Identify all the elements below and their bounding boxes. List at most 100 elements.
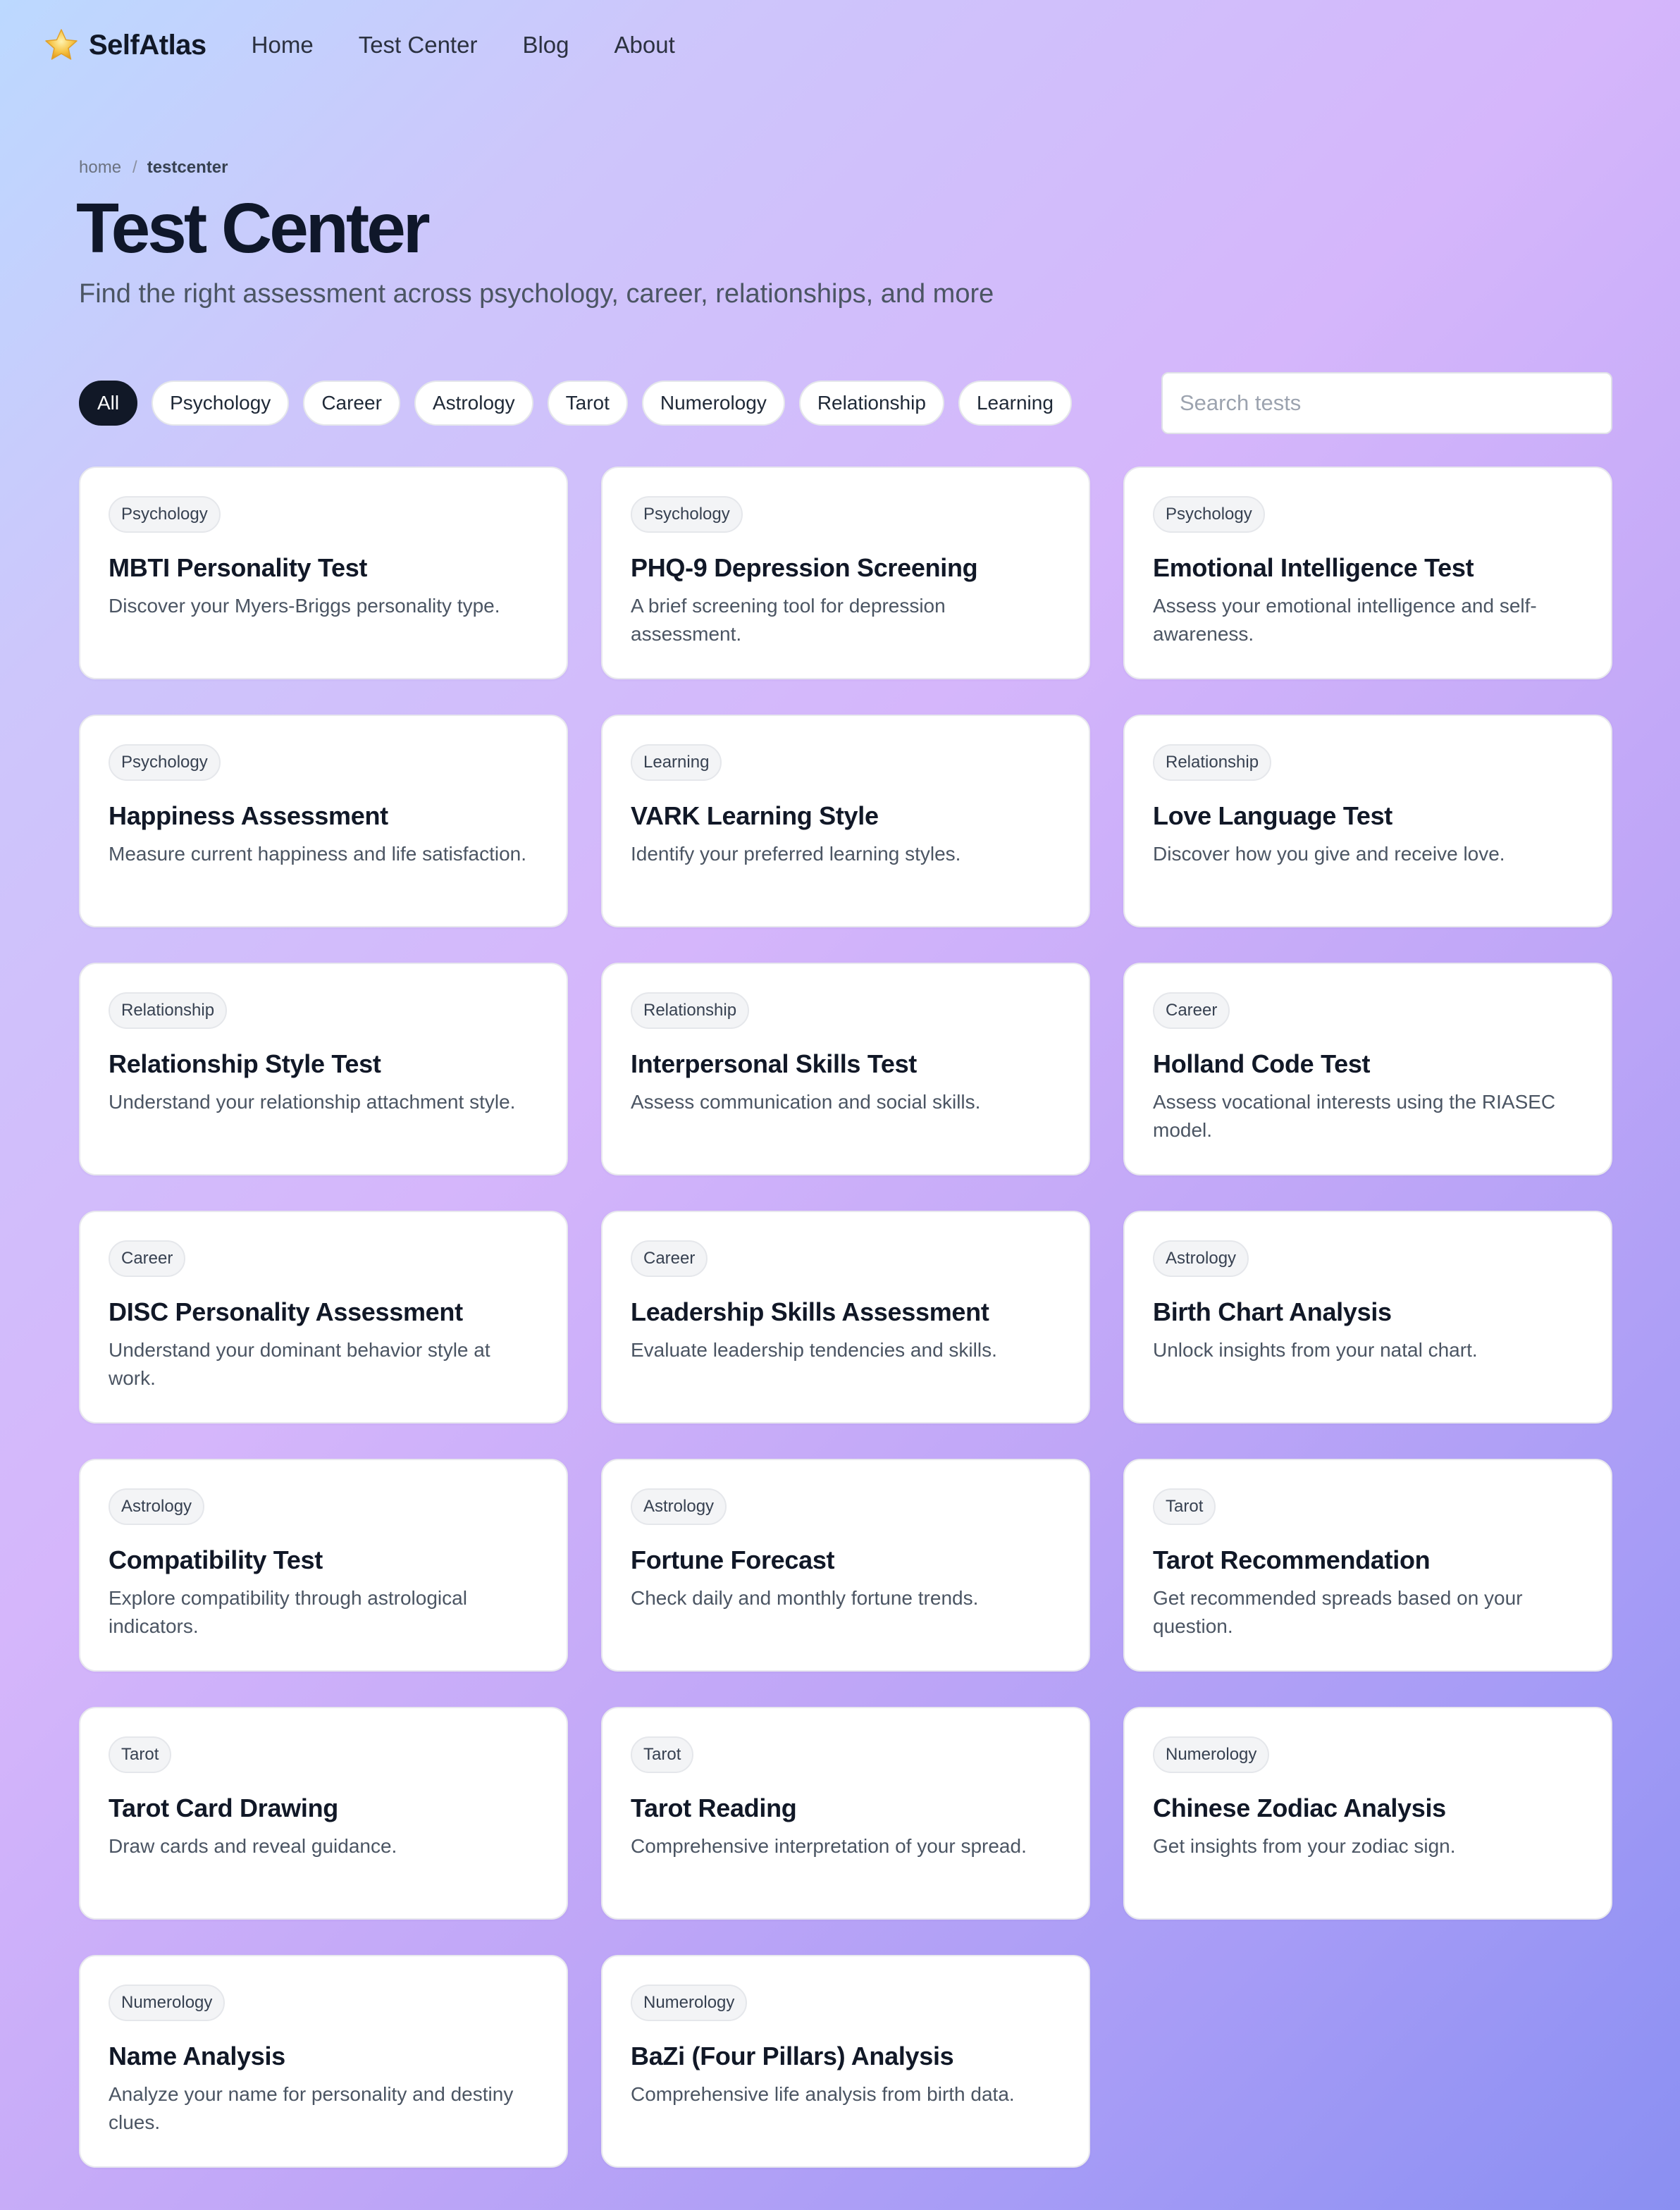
test-title: Love Language Test	[1153, 801, 1392, 830]
test-card[interactable]: Relationship Interpersonal Skills Test A…	[601, 963, 1090, 1175]
test-description: Comprehensive life analysis from birth d…	[631, 2083, 1015, 2105]
test-card[interactable]: Tarot Tarot Reading Comprehensive interp…	[601, 1707, 1090, 1920]
test-card[interactable]: Psychology MBTI Personality Test Discove…	[79, 467, 568, 679]
test-card[interactable]: Relationship Relationship Style Test Und…	[79, 963, 568, 1175]
test-title: BaZi (Four Pillars) Analysis	[631, 2042, 954, 2070]
category-filter-bar: All Psychology Career Astrology Tarot Nu…	[79, 381, 1086, 426]
star-icon	[44, 27, 79, 63]
breadcrumb-separator: /	[132, 158, 137, 177]
category-tag: Tarot	[1153, 1488, 1216, 1525]
filter-chip-relationship[interactable]: Relationship	[798, 381, 944, 426]
test-description: Understand your relationship attachment …	[109, 1091, 516, 1113]
test-title: VARK Learning Style	[631, 801, 879, 830]
category-tag: Relationship	[631, 992, 750, 1029]
brand-logo-link[interactable]: SelfAtlas	[44, 27, 206, 63]
breadcrumb-home-link[interactable]: home	[79, 158, 121, 178]
test-card[interactable]: Career Holland Code Test Assess vocation…	[1123, 963, 1612, 1175]
category-tag: Psychology	[631, 496, 743, 533]
category-tag: Psychology	[1153, 496, 1265, 533]
page-subtitle: Find the right assessment across psychol…	[79, 279, 994, 309]
test-description: Assess your emotional intelligence and s…	[1153, 595, 1537, 645]
test-card[interactable]: Numerology BaZi (Four Pillars) Analysis …	[601, 1955, 1090, 2168]
test-title: Relationship Style Test	[109, 1049, 381, 1078]
test-description: Discover your Myers-Briggs personality t…	[109, 595, 500, 617]
test-title: Interpersonal Skills Test	[631, 1049, 917, 1078]
test-title: MBTI Personality Test	[109, 553, 368, 582]
test-card[interactable]: Relationship Love Language Test Discover…	[1123, 715, 1612, 927]
category-tag: Tarot	[109, 1736, 172, 1773]
test-description: Unlock insights from your natal chart.	[1153, 1339, 1478, 1361]
test-description: Comprehensive interpretation of your spr…	[631, 1835, 1027, 1857]
test-card[interactable]: Tarot Tarot Card Drawing Draw cards and …	[79, 1707, 568, 1920]
test-card-grid: Psychology MBTI Personality Test Discove…	[79, 467, 1612, 2168]
test-card[interactable]: Astrology Fortune Forecast Check daily a…	[601, 1459, 1090, 1672]
test-title: Fortune Forecast	[631, 1545, 835, 1574]
test-description: Explore compatibility through astrologic…	[109, 1587, 467, 1637]
brand-name: SelfAtlas	[89, 29, 206, 61]
test-description: Get recommended spreads based on your qu…	[1153, 1587, 1523, 1637]
test-title: Compatibility Test	[109, 1545, 323, 1574]
category-tag: Numerology	[1153, 1736, 1270, 1773]
filter-chip-learning[interactable]: Learning	[958, 381, 1072, 426]
test-card[interactable]: Tarot Tarot Recommendation Get recommend…	[1123, 1459, 1612, 1672]
test-description: Draw cards and reveal guidance.	[109, 1835, 397, 1857]
filter-chip-psychology[interactable]: Psychology	[152, 381, 290, 426]
test-card[interactable]: Psychology Emotional Intelligence Test A…	[1123, 467, 1612, 679]
category-tag: Career	[109, 1240, 186, 1277]
category-tag: Psychology	[109, 496, 221, 533]
category-tag: Career	[1153, 992, 1230, 1029]
test-title: PHQ-9 Depression Screening	[631, 553, 978, 582]
nav-link-home[interactable]: Home	[252, 32, 314, 58]
category-tag: Astrology	[631, 1488, 727, 1525]
search-input[interactable]	[1161, 372, 1612, 434]
test-title: Emotional Intelligence Test	[1153, 553, 1474, 582]
category-tag: Astrology	[1153, 1240, 1249, 1277]
test-description: Check daily and monthly fortune trends.	[631, 1587, 979, 1609]
category-tag: Relationship	[109, 992, 228, 1029]
page-title: Test Center	[76, 189, 431, 268]
filter-chip-astrology[interactable]: Astrology	[414, 381, 533, 426]
filter-chip-career[interactable]: Career	[303, 381, 400, 426]
test-card[interactable]: Astrology Compatibility Test Explore com…	[79, 1459, 568, 1672]
test-title: Name Analysis	[109, 2042, 285, 2070]
test-title: Tarot Reading	[631, 1794, 797, 1822]
category-tag: Learning	[631, 744, 722, 781]
test-title: Tarot Recommendation	[1153, 1545, 1431, 1574]
top-nav: SelfAtlas Home Test Center Blog About	[0, 0, 1680, 90]
category-tag: Tarot	[631, 1736, 694, 1773]
test-card[interactable]: Numerology Name Analysis Analyze your na…	[79, 1955, 568, 2168]
breadcrumb-current: testcenter	[147, 158, 228, 177]
test-description: Discover how you give and receive love.	[1153, 843, 1505, 865]
nav-link-about[interactable]: About	[614, 32, 675, 58]
test-title: Birth Chart Analysis	[1153, 1297, 1392, 1326]
category-tag: Relationship	[1153, 744, 1272, 781]
category-tag: Numerology	[631, 1984, 748, 2021]
nav-link-blog[interactable]: Blog	[522, 32, 569, 58]
test-description: Evaluate leadership tendencies and skill…	[631, 1339, 997, 1361]
test-card[interactable]: Numerology Chinese Zodiac Analysis Get i…	[1123, 1707, 1612, 1920]
filter-chip-numerology[interactable]: Numerology	[641, 381, 785, 426]
test-card[interactable]: Career Leadership Skills Assessment Eval…	[601, 1211, 1090, 1424]
test-card[interactable]: Learning VARK Learning Style Identify yo…	[601, 715, 1090, 927]
test-title: Happiness Assessment	[109, 801, 388, 830]
test-card[interactable]: Psychology PHQ-9 Depression Screening A …	[601, 467, 1090, 679]
test-title: Tarot Card Drawing	[109, 1794, 338, 1822]
test-description: Get insights from your zodiac sign.	[1153, 1835, 1456, 1857]
test-card[interactable]: Astrology Birth Chart Analysis Unlock in…	[1123, 1211, 1612, 1424]
test-description: Assess vocational interests using the RI…	[1153, 1091, 1556, 1141]
test-description: Measure current happiness and life satis…	[109, 843, 526, 865]
test-card[interactable]: Psychology Happiness Assessment Measure …	[79, 715, 568, 927]
filter-chip-tarot[interactable]: Tarot	[547, 381, 628, 426]
test-card[interactable]: Career DISC Personality Assessment Under…	[79, 1211, 568, 1424]
test-title: Leadership Skills Assessment	[631, 1297, 989, 1326]
breadcrumb: home / testcenter	[79, 158, 228, 178]
test-description: Assess communication and social skills.	[631, 1091, 981, 1113]
test-title: Chinese Zodiac Analysis	[1153, 1794, 1446, 1822]
test-title: Holland Code Test	[1153, 1049, 1371, 1078]
test-description: A brief screening tool for depression as…	[631, 595, 946, 645]
category-tag: Numerology	[109, 1984, 226, 2021]
nav-link-test-center[interactable]: Test Center	[359, 32, 478, 58]
test-description: Analyze your name for personality and de…	[109, 2083, 514, 2133]
filter-chip-all[interactable]: All	[79, 381, 138, 426]
category-tag: Astrology	[109, 1488, 205, 1525]
